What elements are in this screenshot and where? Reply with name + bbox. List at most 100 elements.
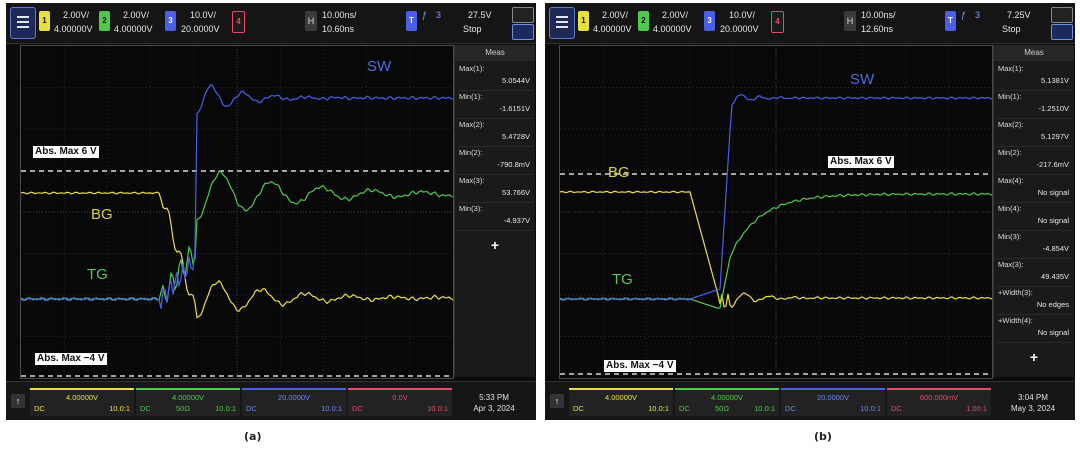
meas-title: Meas — [455, 45, 535, 61]
ch1-button[interactable]: 1 — [578, 11, 589, 31]
abs-max-label: Abs. Max 6 V — [828, 156, 894, 168]
meas-row[interactable]: Min(2): -217.6mV — [996, 147, 1072, 175]
meas-row[interactable]: Max(3): 49.435V — [996, 259, 1072, 287]
scope-panel-a: 1 2.00V/ 4.00000V 2 2.00V/ 4.00000V 3 10… — [6, 3, 536, 420]
meas-row[interactable]: Max(2): 5.4728V — [457, 119, 533, 147]
meas-label: Max(1): — [459, 64, 485, 73]
ch4-button[interactable]: 4 — [771, 11, 784, 33]
ch4-offset-value: 0.0V — [392, 393, 408, 402]
add-measurement-button[interactable]: + — [994, 349, 1074, 365]
horizontal-button[interactable]: H — [305, 11, 317, 31]
ch3-offset-value: 20.0000V — [277, 393, 311, 402]
ch2-impedance: 50Ω — [715, 404, 729, 413]
waveform-svg — [560, 46, 992, 378]
ch2-button[interactable]: 2 — [638, 11, 649, 31]
touch-icon[interactable] — [1051, 24, 1073, 40]
meas-row[interactable]: Max(3): 53.766V — [457, 175, 533, 203]
meas-value: No edges — [1036, 300, 1069, 309]
waveform-display[interactable]: SW BG TG Abs. Max 6 V Abs. Max −4 V — [20, 45, 454, 379]
clock-time: 5:33 PM — [479, 393, 509, 402]
window-icon[interactable] — [1051, 7, 1073, 23]
ch4-coupling: DC — [352, 404, 363, 413]
meas-row[interactable]: Min(1): -1.6151V — [457, 91, 533, 119]
ch2-status[interactable]: 4.00000V DC 50Ω 10.0:1 — [675, 388, 779, 416]
expand-icon[interactable]: ↑ — [11, 394, 25, 408]
meas-value: 49.435V — [1041, 272, 1069, 281]
ch4-probe: 1.00:1 — [966, 404, 987, 413]
ch3-status[interactable]: 20.0000V DC 10.0:1 — [242, 388, 346, 416]
measurements-panel: Meas Max(1): 5.1381V Min(1): -1.2510V Max(… — [993, 45, 1074, 377]
ch1-offset-value: 4.00000V — [604, 393, 638, 402]
meas-value: 5.4728V — [502, 132, 530, 141]
ch2-offset: 4.00000V — [653, 24, 692, 34]
window-icon[interactable] — [512, 7, 534, 23]
meas-row[interactable]: +Width(3): No edges — [996, 287, 1072, 315]
meas-row[interactable]: Min(2): -790.8mV — [457, 147, 533, 175]
meas-row[interactable]: Max(1): 5.1381V — [996, 63, 1072, 91]
ch3-probe: 10.0:1 — [321, 404, 342, 413]
ch3-trace — [560, 94, 992, 301]
meas-value: -1.2510V — [1038, 104, 1069, 113]
meas-label: Max(2): — [998, 120, 1024, 129]
touch-icon[interactable] — [512, 24, 534, 40]
meas-row[interactable]: Max(2): 5.1297V — [996, 119, 1072, 147]
tg-label: TG — [87, 266, 108, 283]
trigger-source-button[interactable]: T — [406, 11, 417, 31]
sw-label: SW — [367, 58, 392, 75]
meas-value: -790.8mV — [497, 160, 530, 169]
ch3-coupling: DC — [785, 404, 796, 413]
trigger-source-button[interactable]: T — [945, 11, 956, 31]
ch2-button[interactable]: 2 — [99, 11, 110, 31]
meas-value: -1.6151V — [499, 104, 530, 113]
top-toolbar: 1 2.00V/ 4.00000V 2 2.00V/ 4.00000V 3 10… — [545, 3, 1075, 44]
meas-row[interactable]: +Width(4): No signal — [996, 315, 1072, 343]
meas-label: Min(1): — [998, 92, 1022, 101]
meas-title: Meas — [994, 45, 1074, 61]
meas-row[interactable]: Max(1): 5.0544V — [457, 63, 533, 91]
bg-label: BG — [608, 164, 630, 181]
meas-row[interactable]: Min(4): No signal — [996, 203, 1072, 231]
waveform-display[interactable]: SW BG TG Abs. Max 6 V Abs. Max −4 V — [559, 45, 993, 379]
ch1-status[interactable]: 4.00000V DC 10.0:1 — [569, 388, 673, 416]
ch3-offset: 20.0000V — [720, 24, 759, 34]
caption-a: (a) — [244, 430, 262, 443]
ch1-status[interactable]: 4.00000V DC 10.0:1 — [30, 388, 134, 416]
ch3-status[interactable]: 20.0000V DC 10.0:1 — [781, 388, 885, 416]
ch3-probe: 10.0:1 — [860, 404, 881, 413]
ch3-button[interactable]: 3 — [704, 11, 715, 31]
ch1-scale: 2.00V/ — [63, 10, 90, 20]
ch2-coupling: DC — [679, 404, 690, 413]
horizontal-button[interactable]: H — [844, 11, 856, 31]
meas-label: Max(1): — [998, 64, 1024, 73]
meas-row[interactable]: Min(1): -1.2510V — [996, 91, 1072, 119]
ch3-button[interactable]: 3 — [165, 11, 176, 31]
ch1-button[interactable]: 1 — [39, 11, 50, 31]
meas-value: No signal — [1037, 216, 1069, 225]
meas-label: Max(3): — [998, 260, 1024, 269]
ch2-status[interactable]: 4.00000V DC 50Ω 10.0:1 — [136, 388, 240, 416]
trigger-channel: 3 — [436, 10, 442, 20]
expand-icon[interactable]: ↑ — [550, 394, 564, 408]
top-toolbar: 1 2.00V/ 4.00000V 2 2.00V/ 4.00000V 3 10… — [6, 3, 536, 44]
trigger-delay: 12.60ns — [861, 24, 894, 34]
ch2-scale: 2.00V/ — [662, 10, 689, 20]
ch4-probe: 10.0:1 — [427, 404, 448, 413]
ch4-offset-value: 600.000mV — [919, 393, 959, 402]
ch2-impedance: 50Ω — [176, 404, 190, 413]
menu-button[interactable] — [10, 7, 36, 39]
ch4-button[interactable]: 4 — [232, 11, 245, 33]
clock: 3:04 PM May 3, 2024 — [1003, 392, 1063, 414]
ch1-offset: 4.00000V — [593, 24, 632, 34]
ch4-status[interactable]: 600.000mV DC 1.00:1 — [887, 388, 991, 416]
ch1-coupling: DC — [573, 404, 584, 413]
ch2-coupling: DC — [140, 404, 151, 413]
meas-row[interactable]: Min(3): -4.937V — [457, 203, 533, 231]
meas-label: +Width(3): — [998, 288, 1033, 297]
menu-button[interactable] — [549, 7, 575, 39]
measurements-panel: Meas Max(1): 5.0544V Min(1): -1.6151V Max(… — [454, 45, 535, 377]
meas-row[interactable]: Min(3): -4.854V — [996, 231, 1072, 259]
meas-row[interactable]: Max(4): No signal — [996, 175, 1072, 203]
channel-status-bar: ↑ 4.00000V DC 10.0:1 4.00000V DC 50Ω 10.0:1 2… — [545, 381, 1075, 420]
add-measurement-button[interactable]: + — [455, 237, 535, 253]
ch4-status[interactable]: 0.0V DC 10.0:1 — [348, 388, 452, 416]
